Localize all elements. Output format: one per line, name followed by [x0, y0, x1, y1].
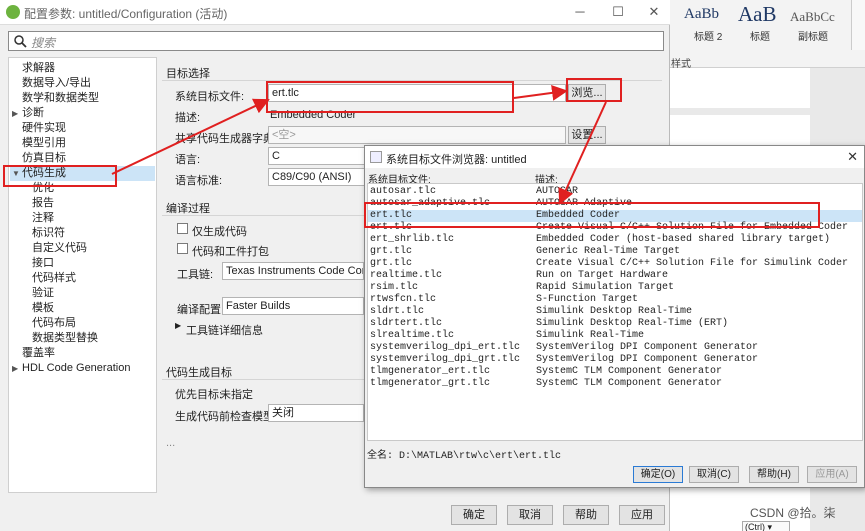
document-page: [670, 68, 810, 108]
tree-item-type-replace[interactable]: 数据类型替换: [32, 331, 98, 346]
paste-options-tag[interactable]: (Ctrl) ▾: [742, 521, 790, 531]
tree-item-templates[interactable]: 模板: [32, 301, 54, 316]
dialog-app-icon: [370, 151, 382, 163]
tree-item-hdl[interactable]: HDL Code Generation: [22, 361, 130, 376]
tree-item-diagnostics[interactable]: 诊断: [22, 106, 44, 121]
apply-button[interactable]: 应用: [619, 505, 665, 525]
system-target-label: 系统目标文件:: [175, 91, 245, 103]
search-placeholder: 搜索: [31, 36, 56, 50]
annotation-box-codegen: [3, 165, 117, 187]
minimize-button[interactable]: ─: [568, 3, 592, 21]
csdn-watermark: CSDN @拾。柒: [750, 506, 836, 520]
tree-item-model-ref[interactable]: 模型引用: [22, 136, 66, 151]
window-titlebar: 配置参数: untitled/Configuration (活动) ─ ☐ ✕: [0, 0, 670, 25]
help-button[interactable]: 帮助: [563, 505, 609, 525]
file-row[interactable]: grt.tlc Create Visual C/C++ Solution File…: [368, 258, 862, 270]
dialog-ok-button[interactable]: 确定(O): [633, 466, 683, 483]
style-sample[interactable]: AaBbCc: [790, 9, 835, 25]
ribbon-gallery-scroll[interactable]: [851, 0, 865, 50]
priority-value[interactable]: 未指定: [220, 386, 253, 402]
toolchain-details-toggle[interactable]: 工具链详细信息: [186, 322, 263, 338]
annotation-box-ert-row: [364, 202, 820, 228]
settings-button[interactable]: 设置...: [568, 126, 606, 144]
file-row[interactable]: systemverilog_dpi_grt.tlc SystemVerilog D…: [368, 354, 862, 366]
full-path-text: 全名: D:\MATLAB\rtw\c\ert\ert.tlc: [367, 451, 562, 462]
tree-item-comments[interactable]: 注释: [32, 211, 54, 226]
file-row[interactable]: realtime.tlc Run on Target Hardware: [368, 270, 862, 282]
expand-arrow-icon[interactable]: ▶: [12, 364, 20, 373]
toolchain-select[interactable]: Texas Instruments Code Compo: [222, 262, 364, 280]
dialog-title: 系统目标文件浏览器: untitled: [386, 154, 527, 166]
dialog-cancel-button[interactable]: 取消(C): [689, 466, 739, 483]
shared-dict-label: 共享代码生成器字典:: [175, 133, 278, 145]
description-label: 描述:: [175, 112, 201, 124]
matlab-app-icon: [6, 5, 20, 19]
search-icon: [14, 35, 27, 48]
cancel-button[interactable]: 取消: [507, 505, 553, 525]
file-row[interactable]: tlmgenerator_ert.tlc SystemC TLM Componen…: [368, 366, 862, 378]
file-row[interactable]: slrealtime.tlc Simulink Real-Time: [368, 330, 862, 342]
file-row[interactable]: sldrt.tlc Simulink Desktop Real-Time: [368, 306, 862, 318]
dialog-close-button[interactable]: ✕: [847, 149, 858, 165]
tree-item-data-io[interactable]: 数据导入/导出: [22, 76, 91, 91]
file-row[interactable]: ert_shrlib.tlc Embedded Coder (host-based…: [368, 234, 862, 246]
file-row[interactable]: sldrtert.tlc Simulink Desktop Real-Time (…: [368, 318, 862, 330]
close-button[interactable]: ✕: [642, 3, 666, 21]
tree-item-sim-target[interactable]: 仿真目标: [22, 151, 66, 166]
tree-item-interface[interactable]: 接口: [32, 256, 54, 271]
tree-item-custom-code[interactable]: 自定义代码: [32, 241, 87, 256]
package-checkbox[interactable]: [177, 243, 188, 254]
window-title: 配置参数: untitled/Configuration (活动): [24, 7, 228, 21]
more-ellipsis: ...: [166, 437, 176, 449]
file-row[interactable]: grt.tlc Generic Real-Time Target: [368, 246, 862, 258]
tree-item-hardware[interactable]: 硬件实现: [22, 121, 66, 136]
standard-label: 语言标准:: [175, 175, 223, 187]
check-model-label: 生成代码前检查模型:: [175, 411, 278, 423]
settings-tree: 求解器 数据导入/导出 数学和数据类型 ▶ 诊断 硬件实现 模型引用 仿真目标 …: [8, 57, 157, 493]
expand-arrow-icon[interactable]: ▶: [12, 109, 20, 118]
tree-item-verification[interactable]: 验证: [32, 286, 54, 301]
annotation-box-browse: [566, 78, 622, 102]
toolchain-label: 工具链:: [177, 269, 214, 281]
expand-arrow-icon[interactable]: ▶: [175, 321, 181, 330]
tree-item-coverage[interactable]: 覆盖率: [22, 346, 55, 361]
tree-item-report[interactable]: 报告: [32, 196, 54, 211]
tree-item-code-style[interactable]: 代码样式: [32, 271, 76, 286]
dialog-apply-button[interactable]: 应用(A): [807, 466, 857, 483]
file-row[interactable]: rsim.tlc Rapid Simulation Target: [368, 282, 862, 294]
build-config-select[interactable]: Faster Builds: [222, 297, 364, 315]
file-row[interactable]: autosar.tlc AUTOSAR: [368, 186, 862, 198]
target-browser-dialog: 系统目标文件浏览器: untitled ✕ 系统目标文件: 描述: autosa…: [364, 145, 865, 488]
build-config-label: 编译配置:: [177, 304, 225, 316]
language-label: 语言:: [175, 154, 201, 166]
section-title-codegen-target: 代码生成目标: [166, 367, 232, 379]
style-name: 标题: [750, 32, 770, 43]
gen-only-checkbox[interactable]: [177, 223, 188, 234]
dialog-help-button[interactable]: 帮助(H): [749, 466, 799, 483]
tree-item-code-layout[interactable]: 代码布局: [32, 316, 76, 331]
style-sample[interactable]: AaB: [738, 2, 777, 27]
ok-button[interactable]: 确定: [451, 505, 497, 525]
check-model-select[interactable]: 关闭: [268, 404, 364, 422]
tree-item-identifiers[interactable]: 标识符: [32, 226, 65, 241]
tree-item-solver[interactable]: 求解器: [22, 61, 55, 76]
style-sample[interactable]: AaBb: [684, 6, 719, 23]
file-row[interactable]: tlmgenerator_grt.tlc SystemC TLM Componen…: [368, 378, 862, 390]
shared-dict-field[interactable]: <空>: [268, 126, 566, 144]
maximize-button[interactable]: ☐: [606, 3, 630, 21]
section-title-build: 编译过程: [166, 203, 210, 215]
file-row[interactable]: rtwsfcn.tlc S-Function Target: [368, 294, 862, 306]
gen-only-label: 仅生成代码: [192, 226, 247, 238]
priority-label: 优先目标:: [175, 389, 223, 401]
search-input[interactable]: 搜索: [8, 31, 664, 51]
style-name: 标题 2: [694, 32, 723, 43]
annotation-box-target-field: [266, 81, 514, 113]
tree-item-math[interactable]: 数学和数据类型: [22, 91, 99, 106]
word-ribbon: AaBb 标题 2 AaB 标题 AaBbCc 副标题 样式: [670, 0, 865, 70]
dialog-titlebar: 系统目标文件浏览器: untitled ✕: [365, 146, 864, 168]
package-label: 代码和工件打包: [192, 246, 269, 258]
section-title-target: 目标选择: [166, 68, 210, 80]
style-name: 副标题: [798, 32, 828, 43]
file-row[interactable]: systemverilog_dpi_ert.tlc SystemVerilog D…: [368, 342, 862, 354]
